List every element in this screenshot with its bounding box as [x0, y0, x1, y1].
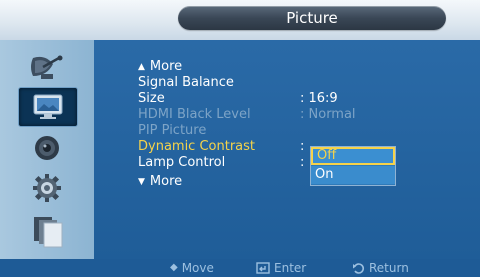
menu-item-dynamic-contrast[interactable]: Dynamic Contrast — [138, 139, 255, 154]
down-triangle-icon: ▼ — [138, 177, 145, 187]
enter-hint: Enter — [256, 259, 306, 277]
dynamic-contrast-dropdown[interactable]: Off On — [310, 146, 396, 186]
up-triangle-icon: ▲ — [138, 62, 145, 72]
move-arrows-icon: ◆ — [170, 262, 178, 273]
more-up-item[interactable]: ▲ More — [138, 59, 182, 76]
return-hint: Return — [352, 259, 409, 277]
documents-icon-graphic — [34, 217, 63, 248]
dynamic-contrast-colon: : — [300, 139, 305, 154]
satellite-dish-icon-graphic — [31, 55, 63, 79]
speaker-icon-graphic — [35, 136, 59, 160]
return-hint-label: Return — [369, 261, 409, 275]
lamp-control-colon: : — [300, 155, 305, 170]
enter-icon — [256, 262, 270, 274]
picture-icon-graphic — [33, 94, 63, 119]
move-hint: ◆ Move — [170, 259, 214, 277]
hdmi-black-level-value: : Normal — [300, 107, 356, 122]
menu-item-lamp-control[interactable]: Lamp Control — [138, 155, 225, 170]
return-icon — [353, 262, 364, 274]
osd-window: Picture ▲ More Signal Balance Size: 16:… — [0, 0, 480, 277]
size-value: : 16:9 — [300, 91, 338, 106]
menu-item-size[interactable]: Size — [138, 91, 165, 106]
more-up-label: More — [149, 59, 183, 74]
navigation-hint-bar: ◆ Move Enter Return — [0, 259, 480, 277]
picture-icon[interactable] — [18, 87, 78, 127]
gear-icon-graphic — [33, 174, 61, 202]
menu-title: Picture — [178, 6, 446, 30]
title-bar: Picture — [0, 0, 480, 40]
speaker-icon[interactable] — [18, 129, 76, 167]
dropdown-option-on[interactable]: On — [311, 166, 395, 184]
satellite-dish-icon[interactable] — [18, 48, 76, 86]
menu-item-pip-picture: PIP Picture — [138, 123, 207, 138]
enter-hint-label: Enter — [274, 261, 307, 275]
documents-icon[interactable] — [18, 212, 76, 250]
menu-item-hdmi-black-level: HDMI Black Level — [138, 107, 251, 122]
more-down-label: More — [149, 174, 183, 189]
category-sidebar — [0, 40, 94, 259]
dropdown-option-off[interactable]: Off — [311, 147, 395, 165]
menu-item-signal-balance[interactable]: Signal Balance — [138, 75, 234, 90]
move-hint-label: Move — [181, 261, 214, 275]
gear-icon[interactable] — [18, 169, 76, 207]
more-down-item[interactable]: ▼ More — [138, 174, 182, 191]
menu-panel: ▲ More Signal Balance Size : 16:9 HDMI Bl… — [94, 40, 480, 259]
